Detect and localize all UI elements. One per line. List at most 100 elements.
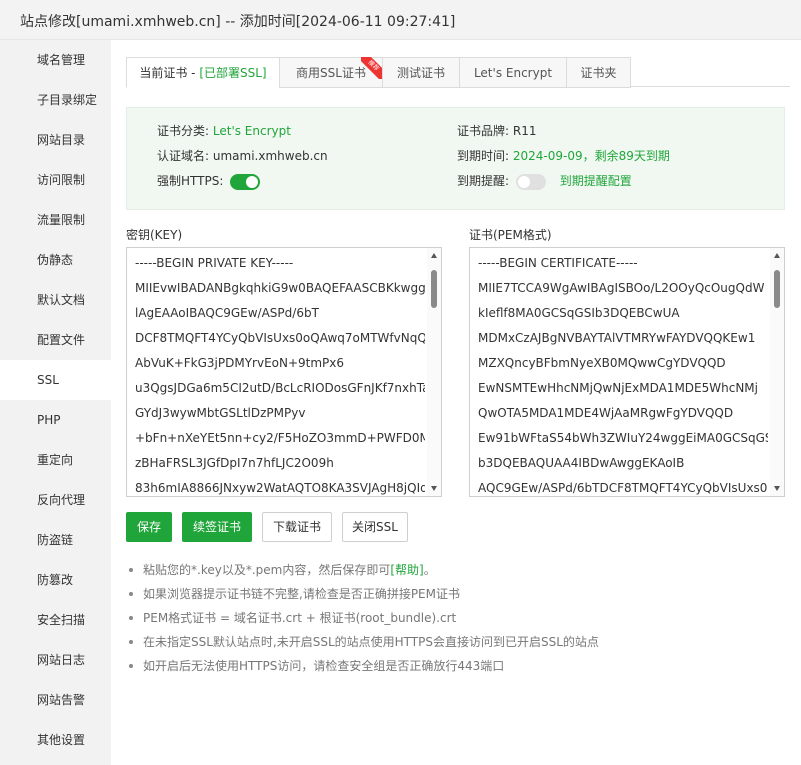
tip-item: 粘贴您的*.key以及*.pem内容，然后保存即可[帮助]。 — [126, 558, 786, 582]
cert-line: -----BEGIN CERTIFICATE----- — [478, 256, 638, 270]
key-line: +bFn+nXeYEt5nn+cy2/F5HoZO3mmD+PWFD0M — [135, 431, 425, 445]
key-line: DCF8TMQFT4YCyQbVIsUxs0oQAwq7oMTWfvNqQ — [135, 331, 425, 345]
cert-scrollbar[interactable] — [770, 248, 784, 496]
force-https-toggle[interactable] — [230, 173, 261, 190]
sidebar-item-reverse-proxy[interactable]: 反向代理 — [0, 480, 111, 520]
sidebar-item-subdir[interactable]: 子目录绑定 — [0, 80, 111, 120]
cert-category-value: Let's Encrypt — [212, 124, 291, 138]
scroll-thumb[interactable] — [431, 270, 437, 308]
download-cert-button[interactable]: 下载证书 — [262, 512, 332, 542]
sidebar-item-hotlink[interactable]: 防盗链 — [0, 520, 111, 560]
key-textarea[interactable]: -----BEGIN PRIVATE KEY----- MIIEvwIBADAN… — [126, 247, 442, 497]
key-line: MIIEvwIBADANBgkqhkiG9w0BAQEFAASCBKkwggS — [135, 281, 425, 295]
scroll-thumb[interactable] — [774, 270, 780, 308]
dialog-titlebar: 站点修改[umami.xmhweb.cn] -- 添加时间[2024-06-11… — [0, 0, 801, 40]
tip-text: 粘贴您的*.key以及*.pem内容，然后保存即可 — [143, 563, 391, 577]
sidebar-item-access-limit[interactable]: 访问限制 — [0, 160, 111, 200]
scroll-up-icon[interactable] — [774, 253, 780, 258]
key-line: GYdJ3wywMbtGSLtlDzPMPyv — [135, 406, 306, 420]
cert-line: EwNSMTEwHhcNMjQwNjExMDA1MDE5WhcNMj — [478, 381, 758, 395]
scroll-up-icon[interactable] — [431, 253, 437, 258]
sidebar-item-site-alert[interactable]: 网站告警 — [0, 680, 111, 720]
cert-info-box: 证书分类: Let's Encrypt 证书品牌: R11 认证域名: umam… — [126, 107, 785, 210]
tab-current-cert[interactable]: 当前证书 - [已部署SSL] — [126, 57, 280, 88]
tab-lets-encrypt-label: Let's Encrypt — [473, 66, 553, 80]
ssl-tabs: 当前证书 - [已部署SSL] 商用SSL证书 推荐 测试证书 Let's En… — [126, 57, 790, 88]
cert-domain-value: umami.xmhweb.cn — [212, 149, 328, 163]
tab-commercial-ssl[interactable]: 商用SSL证书 推荐 — [279, 57, 383, 88]
renew-cert-button[interactable]: 续签证书 — [182, 512, 252, 542]
recommend-badge-text: 推荐 — [361, 57, 383, 79]
expire-remind-row: 到期提醒: 到期提醒配置 — [457, 172, 632, 190]
tab-test-cert-label: 测试证书 — [396, 66, 445, 80]
expire-remind-toggle[interactable] — [515, 173, 546, 190]
help-link[interactable]: [帮助] — [390, 563, 423, 577]
sidebar: 域名管理 子目录绑定 网站目录 访问限制 流量限制 伪静态 默认文档 配置文件 … — [0, 40, 111, 765]
cert-domain-row: 认证域名: umami.xmhweb.cn — [157, 147, 328, 165]
cert-category-label: 证书分类: — [157, 124, 210, 138]
cert-line: AQC9GEw/ASPd/6bTDCF8TMQFT4YCyQbVIsUxs0 — [478, 481, 768, 495]
tab-lets-encrypt[interactable]: Let's Encrypt — [459, 57, 567, 88]
sidebar-item-config-file[interactable]: 配置文件 — [0, 320, 111, 360]
cert-line: MZXQncyBFbmNyeXB0MQwwCgYDVQQD — [478, 356, 726, 370]
cert-expire-label: 到期时间: — [457, 149, 510, 163]
cert-category-row: 证书分类: Let's Encrypt — [157, 122, 291, 140]
cert-line: MDMxCzAJBgNVBAYTAlVTMRYwFAYDVQQKEw1 — [478, 331, 756, 345]
expire-remind-label: 到期提醒: — [457, 174, 510, 188]
key-scrollbar[interactable] — [427, 248, 441, 496]
key-line: -----BEGIN PRIVATE KEY----- — [135, 256, 294, 270]
cert-textarea[interactable]: -----BEGIN CERTIFICATE----- MIIE7TCCA9Wg… — [469, 247, 785, 497]
tab-current-cert-label: 当前证书 - — [139, 66, 200, 80]
sidebar-item-site-log[interactable]: 网站日志 — [0, 640, 111, 680]
save-button[interactable]: 保存 — [126, 512, 172, 542]
scroll-down-icon[interactable] — [774, 486, 780, 491]
cert-brand-label: 证书品牌: — [457, 124, 510, 138]
cert-field-label: 证书(PEM格式) — [469, 228, 552, 242]
expire-remind-config-link[interactable]: 到期提醒配置 — [560, 174, 632, 188]
tab-cert-folder-label: 证书夹 — [580, 66, 617, 80]
tip-text-end: 。 — [423, 563, 436, 577]
tip-item: 在未指定SSL默认站点时,未开启SSL的站点使用HTTPS会直接访问到已开启SS… — [126, 630, 786, 654]
cert-brand-row: 证书品牌: R11 — [457, 122, 536, 140]
sidebar-item-security-scan[interactable]: 安全扫描 — [0, 600, 111, 640]
key-line: 83h6mIA8866JNxyw2WatAQTO8KA3SVJAgH8jQIq — [135, 481, 425, 495]
toggle-knob — [517, 175, 530, 188]
cert-textarea-content: -----BEGIN CERTIFICATE----- MIIE7TCCA9Wg… — [478, 251, 768, 496]
tab-cert-folder[interactable]: 证书夹 — [566, 57, 631, 88]
sidebar-item-rewrite[interactable]: 伪静态 — [0, 240, 111, 280]
sidebar-item-default-doc[interactable]: 默认文档 — [0, 280, 111, 320]
cert-line: b3DQEBAQUAA4IBDwAwggEKAoIB — [478, 456, 685, 470]
close-ssl-button[interactable]: 关闭SSL — [342, 512, 408, 542]
recommend-badge: 推荐 — [361, 57, 383, 79]
force-https-row: 强制HTTPS: — [157, 172, 261, 190]
cert-brand-value: R11 — [512, 124, 537, 138]
toggle-knob — [246, 175, 259, 188]
tips-list: 粘贴您的*.key以及*.pem内容，然后保存即可[帮助]。 如果浏览器提示证书… — [126, 558, 786, 678]
cert-line: QwOTA5MDA1MDE4WjAaMRgwFgYDVQQD — [478, 406, 734, 420]
tip-item: 如开启后无法使用HTTPS访问，请检查安全组是否正确放行443端口 — [126, 654, 786, 678]
key-line: AbVuK+FkG3jPDMYrvEoN+9tmPx6 — [135, 356, 345, 370]
sidebar-item-domain[interactable]: 域名管理 — [0, 40, 111, 80]
cert-expire-value: 2024-09-09，剩余89天到期 — [512, 149, 670, 163]
tip-item: 如果浏览器提示证书链不完整,请检查是否正确拼接PEM证书 — [126, 582, 786, 606]
sidebar-item-php[interactable]: PHP — [0, 400, 111, 440]
tab-test-cert[interactable]: 测试证书 — [382, 57, 460, 88]
cert-line: kIeflf8MA0GCSqGSIb3DQEBCwUA — [478, 306, 680, 320]
scroll-down-icon[interactable] — [431, 486, 437, 491]
key-textarea-content: -----BEGIN PRIVATE KEY----- MIIEvwIBADAN… — [135, 251, 425, 496]
cert-domain-label: 认证域名: — [157, 149, 210, 163]
ssl-panel: 当前证书 - [已部署SSL] 商用SSL证书 推荐 测试证书 Let's En… — [111, 40, 801, 765]
key-line: lAgEAAoIBAQC9GEw/ASPd/6bT — [135, 306, 319, 320]
sidebar-item-tamper-proof[interactable]: 防篡改 — [0, 560, 111, 600]
cert-line: MIIE7TCCA9WgAwIBAgISBOo/L2OOyQcOugQdW — [478, 281, 765, 295]
tab-current-cert-status: [已部署SSL] — [199, 66, 267, 80]
force-https-label: 强制HTTPS: — [157, 174, 224, 188]
cert-line: Ew91bWFtaS54bWh3ZWIuY24wggEiMA0GCSqGSI — [478, 431, 768, 445]
sidebar-item-redirect[interactable]: 重定向 — [0, 440, 111, 480]
sidebar-item-other-settings[interactable]: 其他设置 — [0, 720, 111, 760]
cert-expire-row: 到期时间: 2024-09-09，剩余89天到期 — [457, 147, 670, 165]
sidebar-item-traffic-limit[interactable]: 流量限制 — [0, 200, 111, 240]
sidebar-item-site-dir[interactable]: 网站目录 — [0, 120, 111, 160]
sidebar-item-ssl[interactable]: SSL — [0, 360, 111, 400]
tip-item: PEM格式证书 = 域名证书.crt + 根证书(root_bundle).cr… — [126, 606, 786, 630]
